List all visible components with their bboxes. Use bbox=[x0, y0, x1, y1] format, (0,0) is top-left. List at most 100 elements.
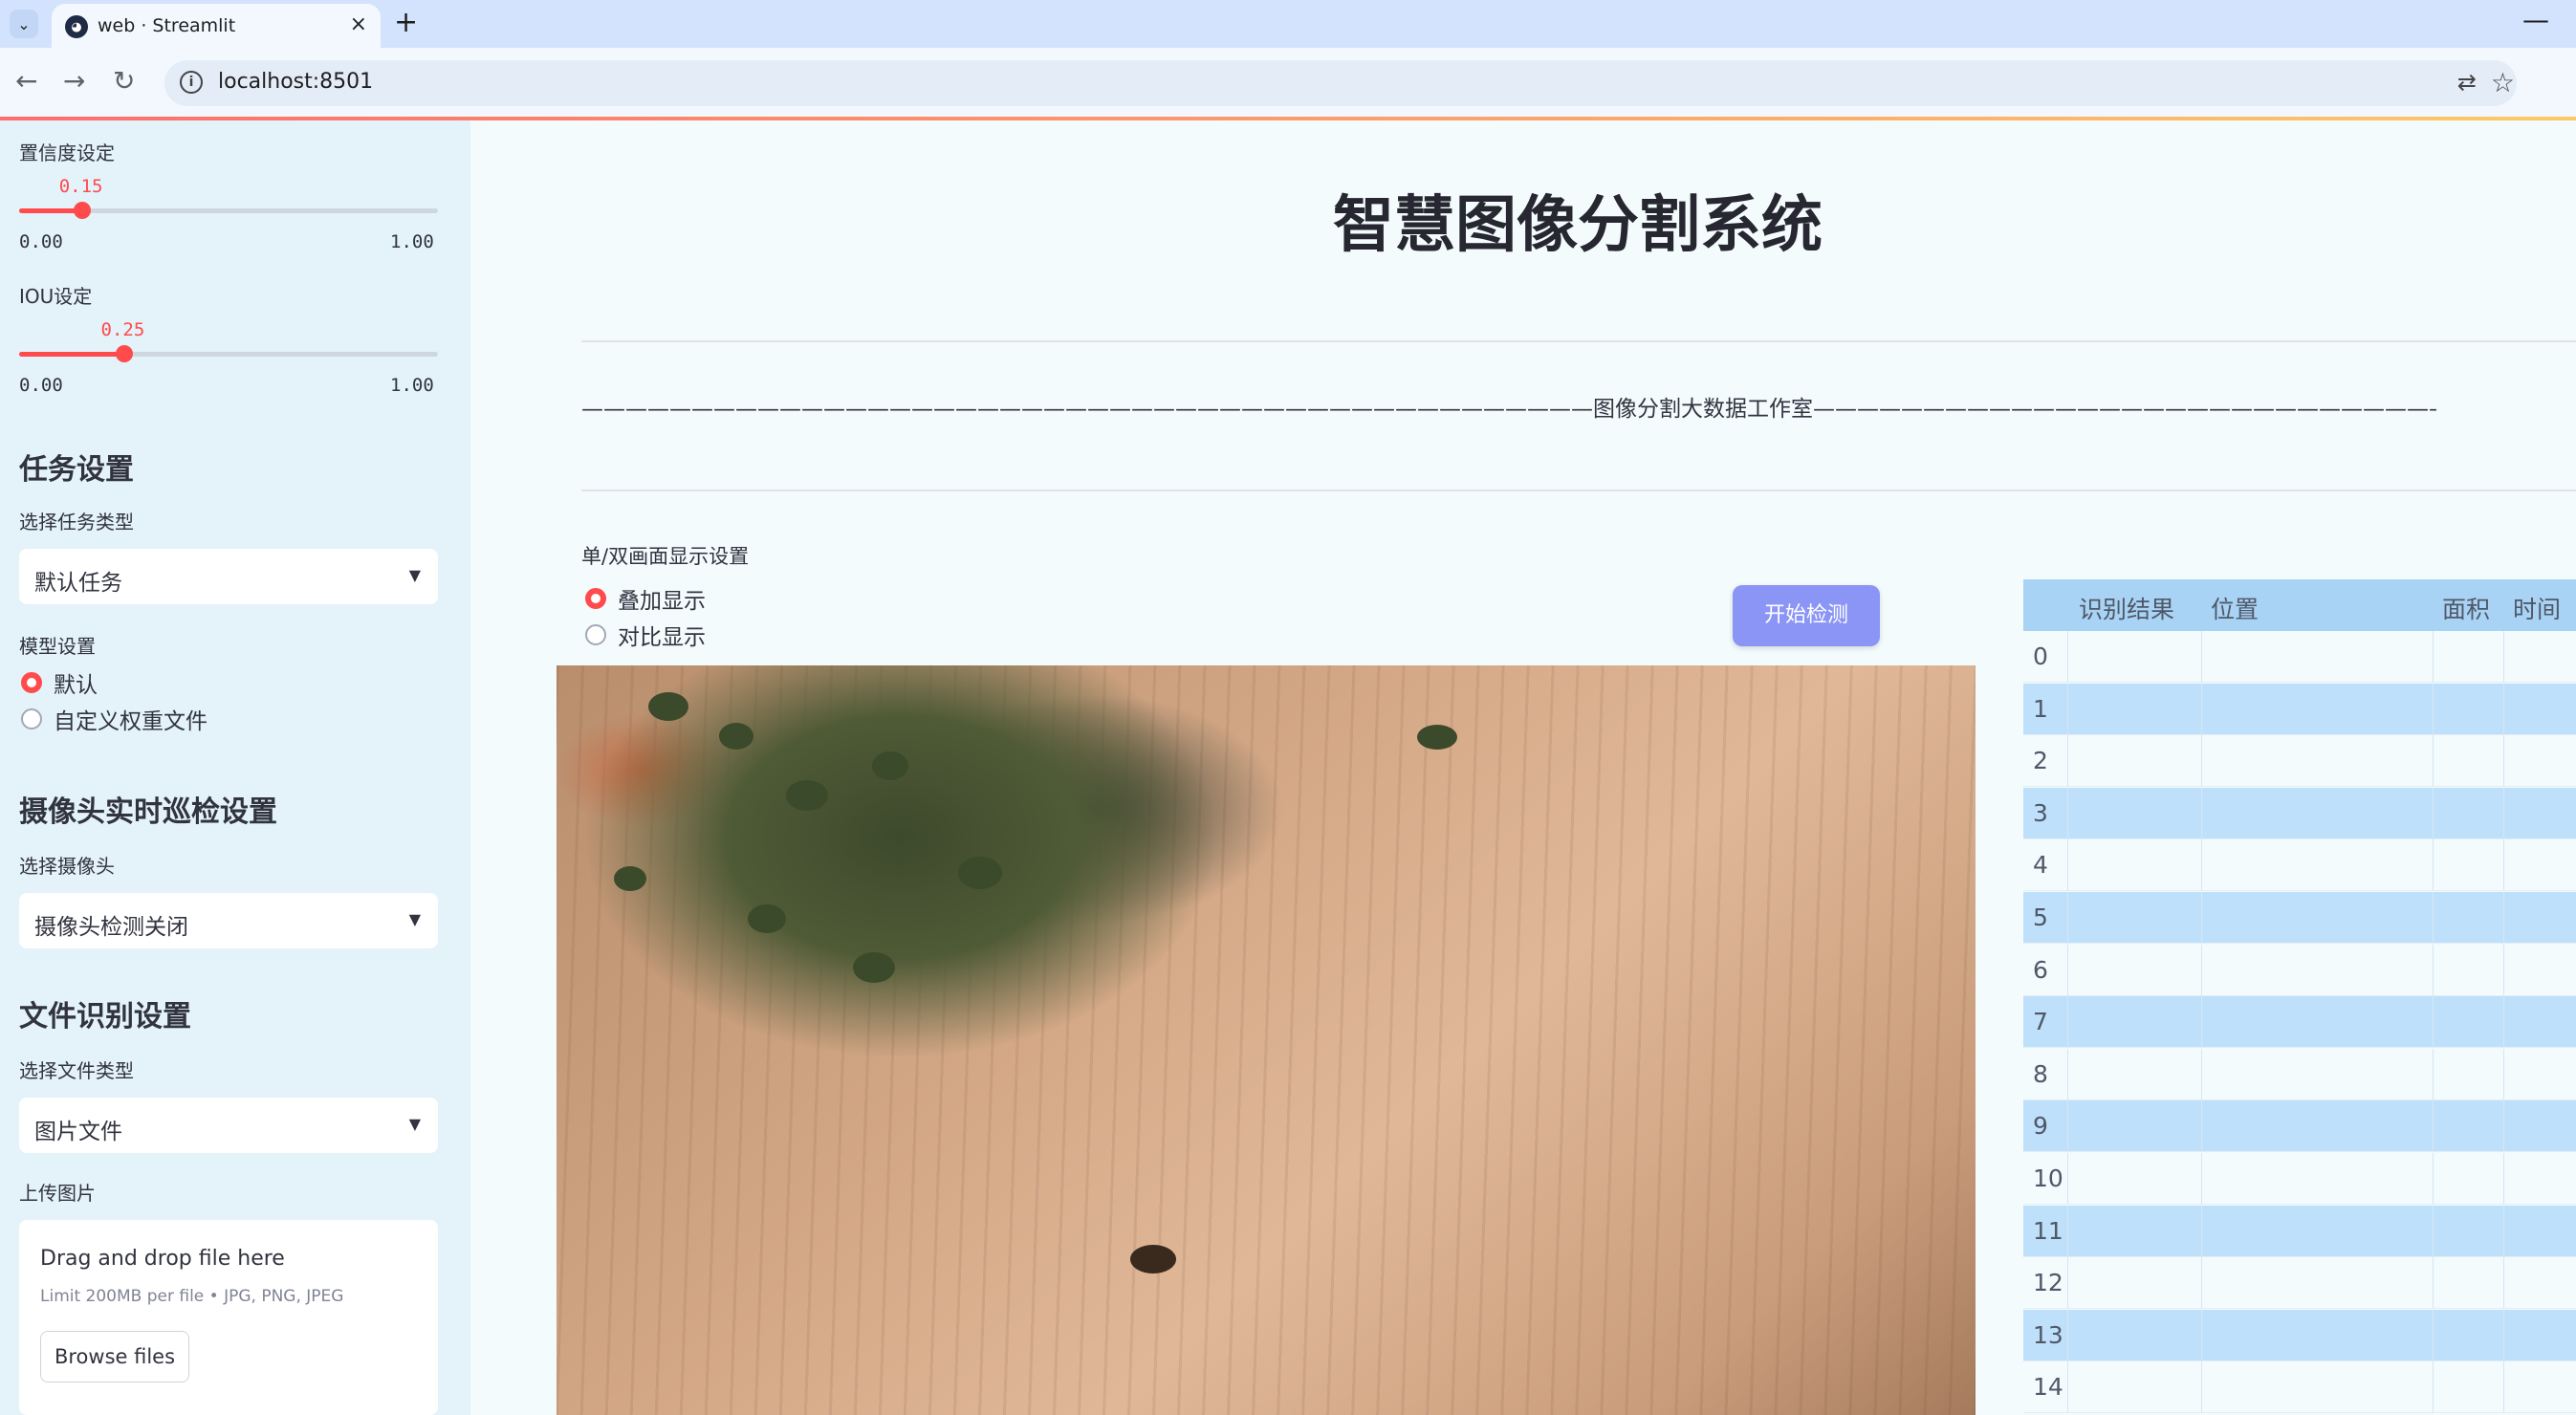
site-info-icon[interactable]: i bbox=[180, 71, 203, 94]
column-header-position[interactable]: 位置 bbox=[2211, 591, 2259, 625]
table-row[interactable]: 2 bbox=[2023, 735, 2576, 788]
table-row[interactable]: 9 bbox=[2023, 1100, 2576, 1153]
column-divider bbox=[2067, 996, 2068, 1049]
column-header-time[interactable]: 时间 bbox=[2513, 591, 2561, 625]
bookmark-star-icon[interactable]: ☆ bbox=[2491, 67, 2515, 98]
table-row[interactable]: 5 bbox=[2023, 892, 2576, 944]
tree-cluster bbox=[719, 723, 753, 750]
column-divider bbox=[2201, 944, 2202, 996]
table-row[interactable]: 14 bbox=[2023, 1361, 2576, 1414]
tab-search-chevron-icon[interactable]: ⌄ bbox=[10, 10, 38, 38]
forward-arrow-icon[interactable]: → bbox=[63, 65, 85, 97]
radio-checked-icon[interactable] bbox=[21, 672, 42, 693]
column-divider bbox=[2067, 1309, 2068, 1361]
column-divider bbox=[2503, 839, 2504, 892]
column-divider bbox=[2201, 892, 2202, 944]
table-row[interactable]: 1 bbox=[2023, 683, 2576, 735]
camera-select[interactable]: 摄像头检测关闭 ▼ bbox=[19, 893, 438, 948]
new-tab-plus-icon[interactable]: + bbox=[394, 6, 418, 39]
table-row[interactable]: 4 bbox=[2023, 839, 2576, 892]
column-divider bbox=[2433, 735, 2434, 788]
tree-cluster bbox=[872, 751, 908, 780]
row-index: 2 bbox=[2033, 747, 2048, 775]
browse-files-button[interactable]: Browse files bbox=[40, 1331, 189, 1382]
streamlit-favicon-icon: ◕ bbox=[65, 15, 88, 38]
tab-title: web · Streamlit bbox=[98, 15, 236, 36]
model-option-default[interactable]: 默认 bbox=[21, 667, 98, 698]
column-header-area[interactable]: 面积 bbox=[2442, 591, 2490, 625]
column-divider bbox=[2503, 892, 2504, 944]
file-type-select[interactable]: 图片文件 ▼ bbox=[19, 1098, 438, 1153]
column-divider bbox=[2201, 1153, 2202, 1205]
url-omnibox[interactable]: i localhost:8501 ⇄ ☆ bbox=[164, 60, 2517, 106]
column-divider bbox=[2503, 1205, 2504, 1257]
column-divider bbox=[2503, 631, 2504, 683]
task-type-selected: 默认任务 bbox=[34, 571, 122, 596]
radio-checked-icon[interactable] bbox=[585, 588, 606, 609]
column-divider bbox=[2433, 1257, 2434, 1310]
display-mode-label: 单/双画面显示设置 bbox=[581, 545, 750, 568]
table-row[interactable]: 13 bbox=[2023, 1309, 2576, 1361]
column-header-result[interactable]: 识别结果 bbox=[2079, 591, 2174, 625]
aerial-field-image bbox=[557, 665, 1976, 1415]
camera-settings-heading: 摄像头实时巡检设置 bbox=[19, 795, 277, 829]
chevron-down-icon: ▼ bbox=[408, 1115, 421, 1133]
reload-icon[interactable]: ↻ bbox=[113, 65, 135, 97]
table-row[interactable]: 7 bbox=[2023, 996, 2576, 1049]
model-option-custom-weights[interactable]: 自定义权重文件 bbox=[21, 704, 207, 734]
model-option-label: 默认 bbox=[54, 673, 98, 698]
translate-icon[interactable]: ⇄ bbox=[2457, 69, 2477, 96]
column-divider bbox=[2067, 892, 2068, 944]
column-divider bbox=[2067, 1100, 2068, 1153]
back-arrow-icon[interactable]: ← bbox=[15, 65, 37, 97]
display-option-compare[interactable]: 对比显示 bbox=[585, 620, 706, 650]
column-divider bbox=[2201, 787, 2202, 839]
table-row[interactable]: 6 bbox=[2023, 944, 2576, 996]
column-divider bbox=[2201, 1048, 2202, 1100]
column-divider bbox=[2433, 839, 2434, 892]
column-divider bbox=[2503, 944, 2504, 996]
confidence-slider-thumb[interactable] bbox=[73, 202, 91, 219]
column-divider bbox=[2433, 1361, 2434, 1414]
row-index: 8 bbox=[2033, 1059, 2048, 1088]
url-text[interactable]: localhost:8501 bbox=[218, 70, 373, 94]
tab-close-icon[interactable]: × bbox=[350, 12, 367, 36]
radio-unchecked-icon[interactable] bbox=[21, 708, 42, 729]
sidebar: 置信度设定 0.15 0.00 1.00 IOU设定 0.25 0.00 1.0… bbox=[0, 120, 470, 1415]
table-row[interactable]: 3 bbox=[2023, 787, 2576, 839]
table-row[interactable]: 11 bbox=[2023, 1205, 2576, 1257]
row-index: 5 bbox=[2033, 903, 2048, 931]
column-divider bbox=[2201, 631, 2202, 683]
iou-slider-fill bbox=[19, 352, 124, 357]
iou-slider-track[interactable] bbox=[19, 352, 438, 357]
column-divider bbox=[2503, 1048, 2504, 1100]
iou-slider-thumb[interactable] bbox=[115, 345, 133, 362]
table-row[interactable]: 0 bbox=[2023, 631, 2576, 683]
row-index: 7 bbox=[2033, 1008, 2048, 1036]
upload-label: 上传图片 bbox=[19, 1182, 96, 1205]
column-divider bbox=[2433, 1309, 2434, 1361]
radio-unchecked-icon[interactable] bbox=[585, 624, 606, 645]
table-row[interactable]: 8 bbox=[2023, 1048, 2576, 1100]
file-settings-heading: 文件识别设置 bbox=[19, 1000, 191, 1034]
tree-cluster bbox=[853, 952, 895, 983]
table-row[interactable]: 12 bbox=[2023, 1257, 2576, 1310]
window-minimize-icon[interactable]: — bbox=[2522, 4, 2549, 35]
row-index: 6 bbox=[2033, 955, 2048, 984]
row-index: 3 bbox=[2033, 798, 2048, 827]
column-divider bbox=[2503, 1361, 2504, 1414]
table-row[interactable]: 10 bbox=[2023, 1153, 2576, 1205]
display-option-overlay[interactable]: 叠加显示 bbox=[585, 583, 706, 614]
row-index: 12 bbox=[2033, 1269, 2063, 1297]
dropzone-limit: Limit 200MB per file • JPG, PNG, JPEG bbox=[40, 1287, 344, 1306]
task-type-select[interactable]: 默认任务 ▼ bbox=[19, 549, 438, 604]
task-settings-heading: 任务设置 bbox=[19, 453, 134, 487]
tree-cluster bbox=[614, 866, 646, 891]
browser-tab-active[interactable]: ◕ web · Streamlit × bbox=[52, 4, 381, 48]
column-divider bbox=[2503, 735, 2504, 788]
start-detection-button[interactable]: 开始检测 bbox=[1733, 585, 1880, 646]
confidence-min: 0.00 bbox=[19, 231, 63, 252]
column-divider bbox=[2201, 1257, 2202, 1310]
column-divider bbox=[2067, 1048, 2068, 1100]
file-dropzone[interactable]: Drag and drop file here Limit 200MB per … bbox=[19, 1220, 438, 1415]
